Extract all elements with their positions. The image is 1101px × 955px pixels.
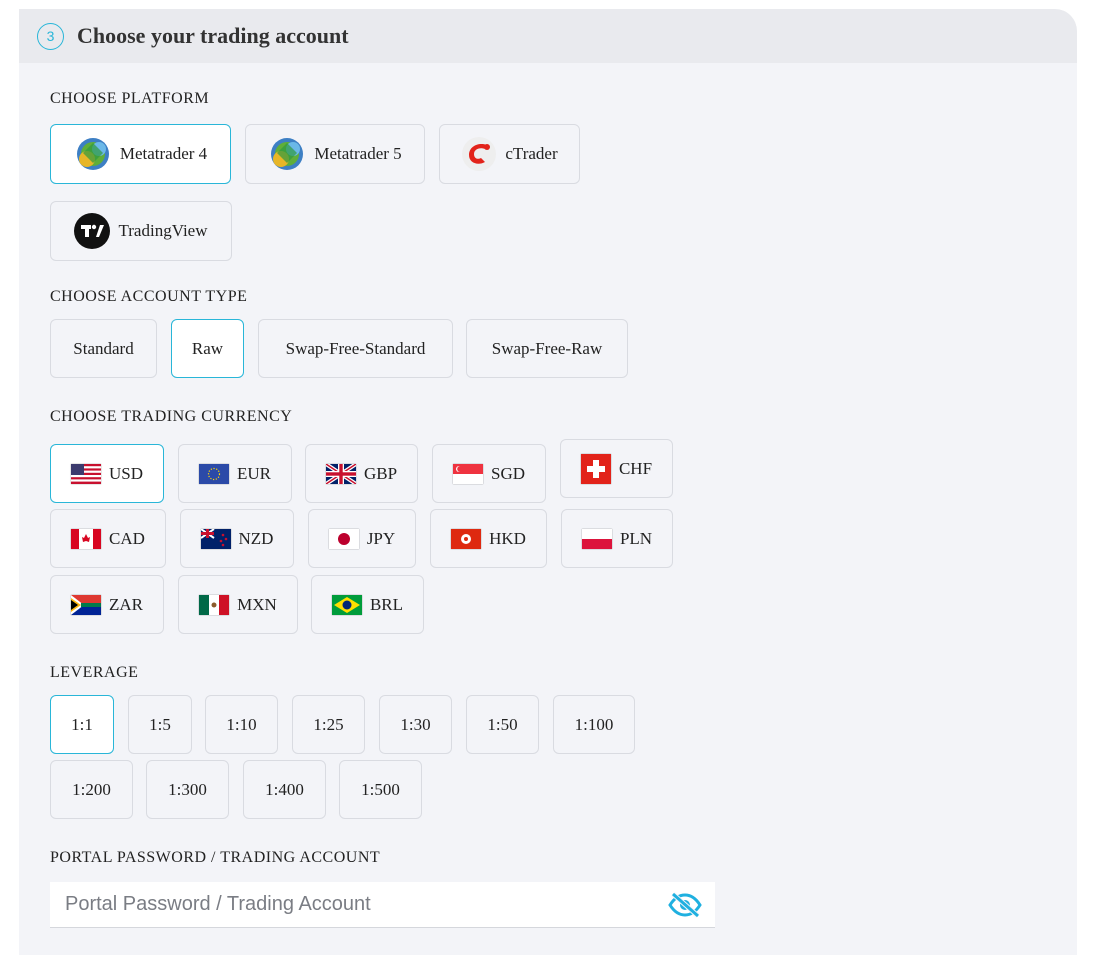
account-type-label: CHOOSE ACCOUNT TYPE [50,288,248,305]
currency-code: SGD [490,463,525,483]
platform-ctrader[interactable]: cTrader [439,124,580,184]
currency-sgd[interactable]: SGD [432,444,546,503]
platform-label-text: Metatrader 4 [119,144,208,163]
ca-flag-icon [71,528,102,549]
account-type-swap-free-standard[interactable]: Swap-Free-Standard [258,319,453,378]
currency-hkd[interactable]: HKD [430,509,547,568]
currency-code: PLN [619,528,653,548]
platform-label-text: cTrader [505,144,558,163]
currency-code: GBP [363,463,398,483]
panel-header: 3 Choose your trading account [19,9,1077,63]
uk-flag-icon [325,463,356,484]
hk-flag-icon [451,528,482,549]
currency-mxn[interactable]: MXN [178,575,298,634]
currency-code: BRL [369,594,404,614]
leverage-1-400[interactable]: 1:400 [243,760,326,819]
currency-pln[interactable]: PLN [561,509,673,568]
trading-account-panel: 3 Choose your trading account CHOOSE PLA… [19,9,1077,955]
nz-flag-icon [200,528,231,549]
za-flag-icon [71,594,101,615]
tradingview-icon [74,213,111,249]
password-field [50,882,715,928]
metatrader-icon [74,135,112,173]
currency-code: EUR [237,463,271,483]
leverage-1-5[interactable]: 1:5 [128,695,192,754]
currency-code: MXN [237,594,277,614]
currency-eur[interactable]: EUR [178,444,292,503]
eye-off-icon[interactable] [665,889,705,921]
platform-tradingview[interactable]: TradingView [50,201,232,261]
panel-title: Choose your trading account [77,23,349,48]
currency-nzd[interactable]: NZD [180,509,294,568]
metatrader-icon [268,135,306,173]
password-input[interactable] [50,892,665,917]
platform-metatrader-5[interactable]: Metatrader 5 [245,124,425,184]
leverage-1-200[interactable]: 1:200 [50,760,133,819]
step-number: 3 [37,22,64,50]
currency-code: USD [108,463,143,483]
account-type-raw[interactable]: Raw [171,319,244,378]
mx-flag-icon [199,594,230,615]
leverage-1-25[interactable]: 1:25 [292,695,365,754]
currency-gbp[interactable]: GBP [305,444,418,503]
br-flag-icon [331,594,362,615]
currency-label: CHOOSE TRADING CURRENCY [50,408,293,425]
currency-code: HKD [489,528,526,548]
password-label: PORTAL PASSWORD / TRADING ACCOUNT [50,849,381,866]
platform-label-text: Metatrader 5 [314,144,402,163]
account-type-standard[interactable]: Standard [50,319,157,378]
account-type-swap-free-raw[interactable]: Swap-Free-Raw [466,319,628,378]
currency-jpy[interactable]: JPY [308,509,416,568]
currency-code: JPY [366,528,396,548]
platform-label: CHOOSE PLATFORM [50,90,210,107]
eu-flag-icon [199,463,229,484]
platform-label-text: TradingView [118,221,208,240]
ch-flag-icon [580,453,611,484]
leverage-1-1[interactable]: 1:1 [50,695,114,754]
leverage-label: LEVERAGE [50,664,139,681]
currency-code: CHF [618,458,653,478]
leverage-1-30[interactable]: 1:30 [379,695,452,754]
leverage-1-10[interactable]: 1:10 [205,695,278,754]
currency-code: NZD [238,528,274,548]
sg-flag-icon [452,463,483,484]
leverage-1-500[interactable]: 1:500 [339,760,422,819]
leverage-1-50[interactable]: 1:50 [466,695,539,754]
leverage-1-300[interactable]: 1:300 [146,760,229,819]
pl-flag-icon [581,528,612,549]
platform-metatrader-4[interactable]: Metatrader 4 [50,124,231,184]
currency-cad[interactable]: CAD [50,509,166,568]
currency-brl[interactable]: BRL [311,575,424,634]
currency-code: ZAR [109,594,143,614]
currency-code: CAD [109,528,145,548]
currency-chf[interactable]: CHF [560,439,673,498]
jp-flag-icon [328,528,359,549]
currency-usd[interactable]: USD [50,444,164,503]
us-flag-icon [70,463,101,484]
currency-zar[interactable]: ZAR [50,575,164,634]
ctrader-icon [461,136,497,172]
leverage-1-100[interactable]: 1:100 [553,695,635,754]
